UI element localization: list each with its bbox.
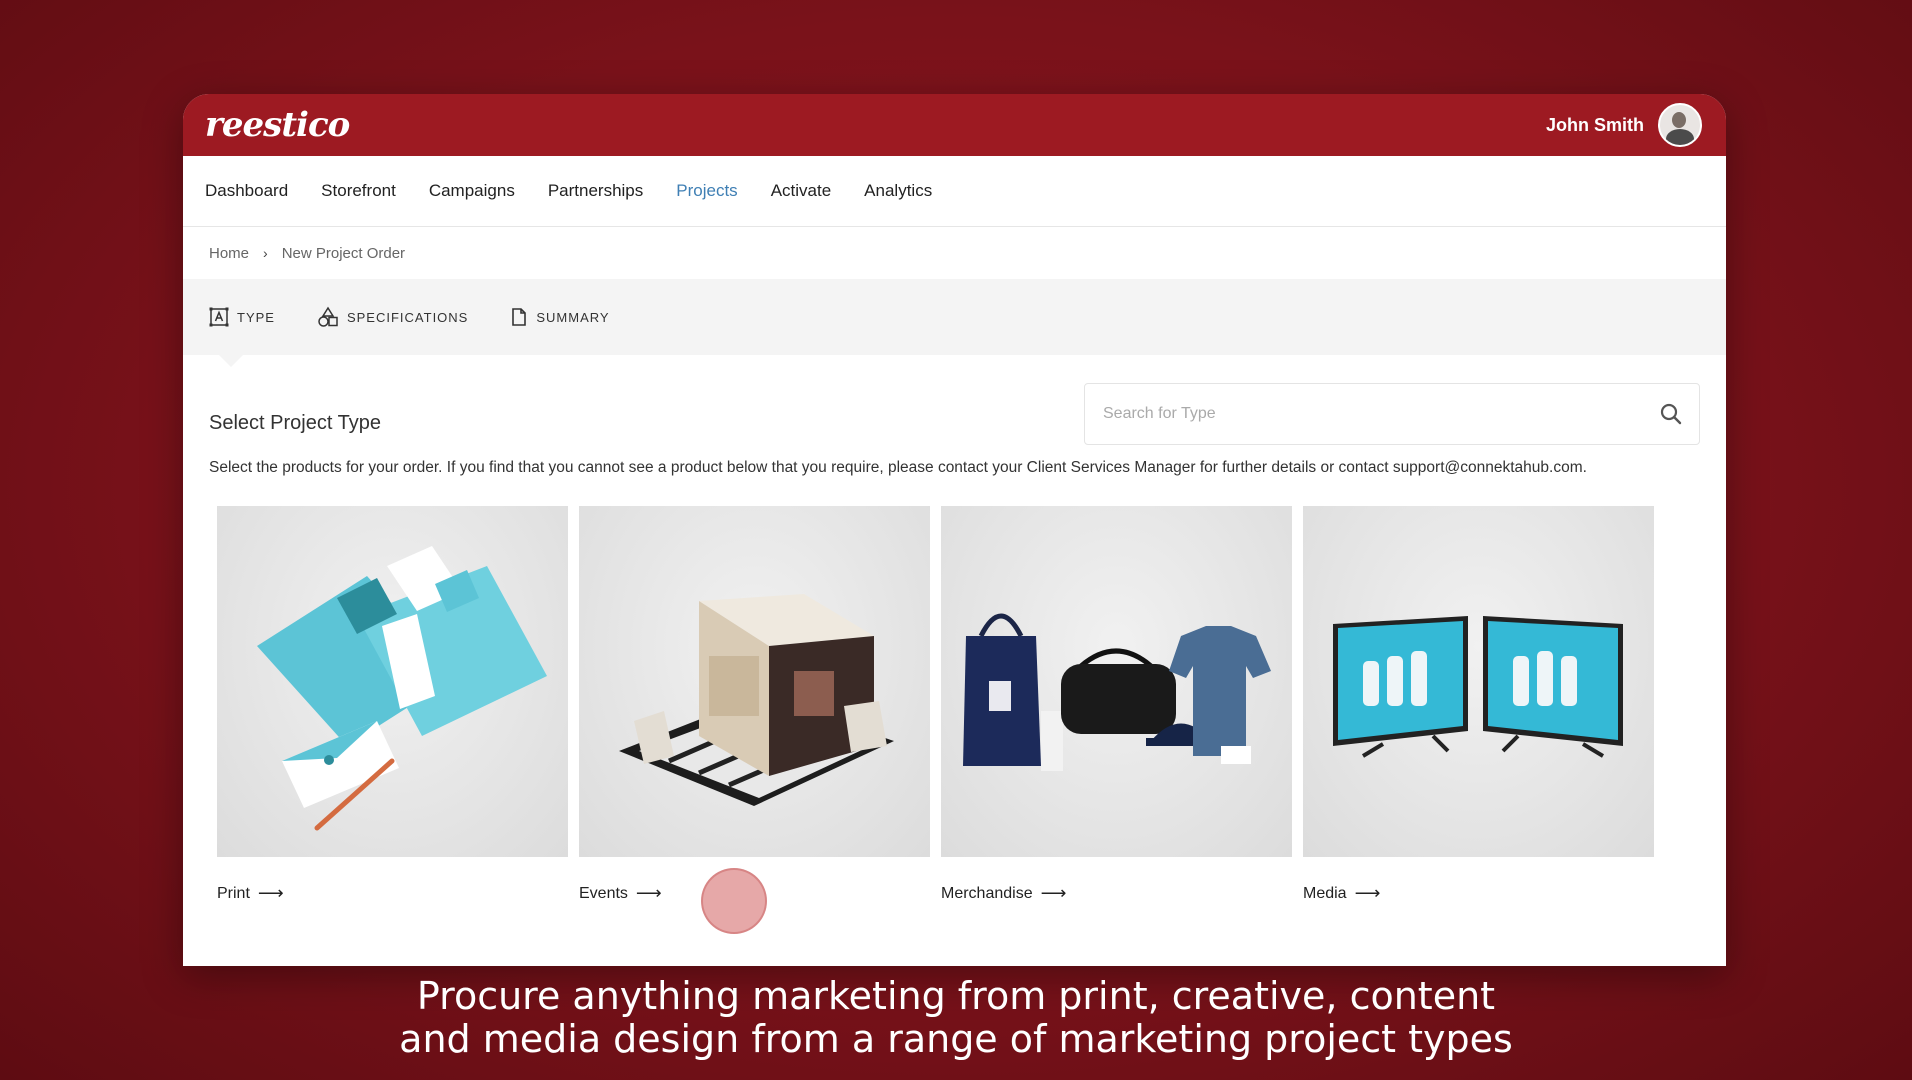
card-label-media: Media ⟶ — [1303, 883, 1381, 903]
search-input[interactable] — [1101, 404, 1625, 424]
arrow-right-icon: ⟶ — [1354, 883, 1381, 903]
search-box[interactable] — [1084, 383, 1700, 445]
step-type-label: TYPE — [237, 309, 275, 325]
arrow-right-icon: ⟶ — [1040, 883, 1067, 903]
main-content: Select Project Type Select the products … — [183, 383, 1726, 904]
step-specifications-label: SPECIFICATIONS — [346, 309, 469, 325]
nav-item-storefront[interactable]: Storefront — [321, 181, 396, 201]
breadcrumb-separator: › — [263, 245, 268, 261]
nav-item-campaigns[interactable]: Campaigns — [429, 181, 515, 201]
card-label-merchandise: Merchandise ⟶ — [941, 883, 1067, 903]
project-type-card-merchandise[interactable]: Merchandise ⟶ — [941, 506, 1292, 904]
brand-logo[interactable]: reestico — [205, 105, 350, 145]
page-title: Select Project Type — [209, 411, 381, 434]
user-menu[interactable]: John Smith — [1546, 103, 1702, 147]
user-name: John Smith — [1546, 114, 1644, 135]
step-summary[interactable]: SUMMARY — [510, 307, 609, 327]
instructions-text: Select the products for your order. If y… — [209, 459, 1587, 476]
nav-item-dashboard[interactable]: Dashboard — [205, 181, 288, 201]
active-step-pointer — [219, 355, 243, 367]
media-image — [1303, 506, 1654, 857]
events-image — [579, 506, 930, 857]
breadcrumb-current: New Project Order — [281, 244, 406, 262]
shapes-icon — [318, 306, 338, 327]
nav-item-activate[interactable]: Activate — [771, 181, 831, 201]
order-steps: TYPE SPECIFICATIONS SUMMARY — [183, 279, 1726, 367]
caption-line-2: and media design from a range of marketi… — [399, 1017, 1513, 1061]
app-window: reestico John Smith Dashboard Storefront… — [183, 94, 1726, 966]
card-label-print: Print ⟶ — [217, 883, 284, 903]
search-icon[interactable] — [1659, 402, 1683, 426]
step-specifications[interactable]: SPECIFICATIONS — [317, 306, 468, 328]
step-summary-label: SUMMARY — [536, 309, 610, 325]
project-type-card-events[interactable]: Events ⟶ — [579, 506, 930, 904]
nav-item-partnerships[interactable]: Partnerships — [548, 181, 643, 201]
project-type-grid: Print ⟶ Events ⟶ Merchandise ⟶ Media ⟶ — [209, 506, 1700, 904]
cursor-indicator — [701, 868, 767, 934]
caption-line-1: Procure anything marketing from print, c… — [416, 974, 1496, 1018]
breadcrumb-home[interactable]: Home — [209, 245, 249, 262]
step-type[interactable]: TYPE — [209, 307, 275, 327]
document-icon — [512, 308, 527, 326]
breadcrumb: Home › New Project Order — [183, 227, 1726, 279]
top-bar: reestico John Smith — [183, 94, 1726, 156]
avatar[interactable] — [1658, 103, 1702, 147]
arrow-right-icon: ⟶ — [257, 883, 284, 903]
type-icon — [209, 307, 229, 327]
main-nav: Dashboard Storefront Campaigns Partnersh… — [183, 156, 1726, 227]
merchandise-image — [941, 506, 1292, 857]
project-type-card-media[interactable]: Media ⟶ — [1303, 506, 1654, 904]
nav-item-projects[interactable]: Projects — [676, 181, 737, 201]
arrow-right-icon: ⟶ — [635, 883, 662, 903]
video-caption: Procure anything marketing from print, c… — [0, 975, 1912, 1061]
print-image — [217, 506, 568, 857]
project-type-card-print[interactable]: Print ⟶ — [217, 506, 568, 904]
nav-item-analytics[interactable]: Analytics — [864, 181, 932, 201]
